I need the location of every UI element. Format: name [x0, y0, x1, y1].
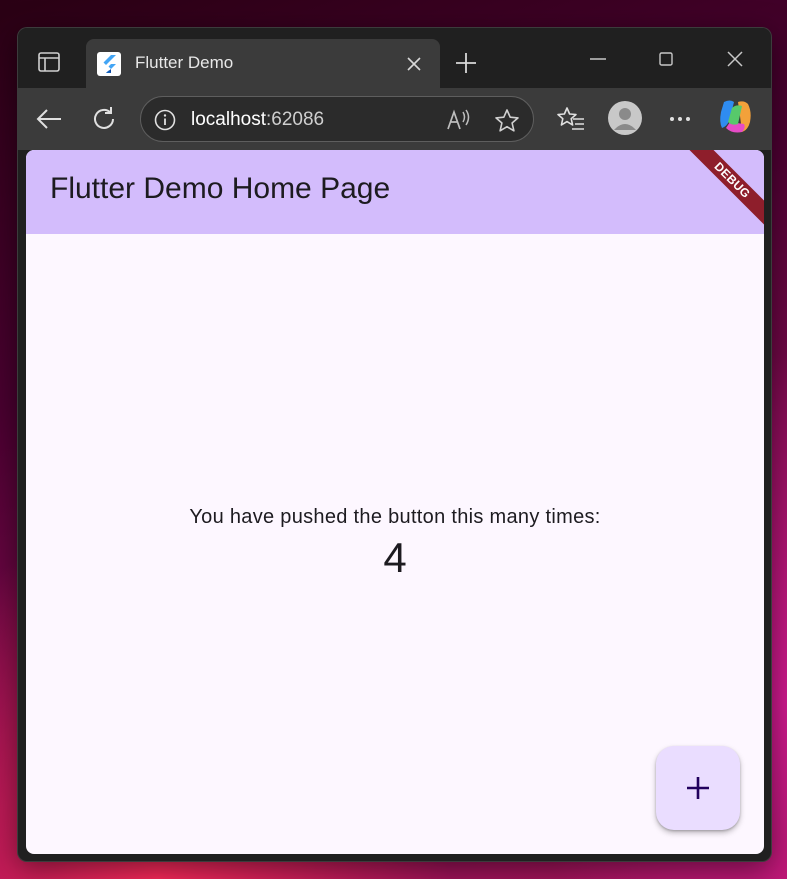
close-icon	[727, 51, 743, 67]
maximize-icon	[659, 52, 673, 66]
back-button[interactable]	[31, 101, 67, 137]
read-aloud-icon[interactable]	[445, 107, 473, 133]
maximize-button[interactable]	[646, 42, 686, 76]
copilot-button[interactable]	[718, 99, 754, 135]
copilot-icon	[720, 100, 751, 133]
avatar-icon	[608, 101, 642, 135]
favorites-list-icon	[557, 107, 584, 130]
arrow-left-icon	[36, 109, 61, 129]
tab-flutter-demo[interactable]: Flutter Demo	[86, 39, 440, 89]
minimize-icon	[590, 58, 606, 60]
url-host: localhost	[191, 109, 266, 130]
page-title: Flutter Demo Home Page	[50, 172, 391, 205]
close-icon	[407, 57, 421, 71]
minimize-button[interactable]	[578, 42, 618, 76]
more-button[interactable]	[662, 101, 698, 137]
address-url: localhost:62086	[191, 109, 324, 131]
sidebar-toggle-button[interactable]	[32, 47, 66, 81]
browser-window: Flutter Demo localhost:62086 Flutter Dem…	[18, 28, 771, 861]
title-bar: Flutter Demo	[18, 28, 771, 89]
star-icon[interactable]	[493, 107, 521, 133]
profile-button[interactable]	[607, 100, 643, 136]
browser-toolbar: localhost:62086	[18, 88, 771, 150]
close-window-button[interactable]	[715, 42, 755, 76]
plus-icon	[456, 53, 476, 73]
counter-value: 4	[383, 534, 407, 581]
address-bar[interactable]: localhost:62086	[140, 96, 534, 142]
app-bar: Flutter Demo Home Page	[26, 150, 764, 234]
refresh-button[interactable]	[86, 101, 122, 137]
increment-fab-button[interactable]	[656, 746, 740, 830]
info-icon[interactable]	[153, 108, 177, 132]
refresh-icon	[94, 107, 114, 129]
url-port: :62086	[266, 109, 325, 130]
more-dots-icon	[670, 117, 690, 121]
counter-label: You have pushed the button this many tim…	[189, 506, 601, 528]
flutter-logo-icon	[97, 52, 121, 76]
new-tab-button[interactable]	[450, 47, 482, 79]
sidebar-panel-icon	[38, 51, 60, 77]
tab-close-button[interactable]	[402, 52, 426, 76]
tab-title: Flutter Demo	[135, 53, 234, 72]
favorites-button[interactable]	[553, 101, 589, 137]
flutter-app: Flutter Demo Home Page DEBUG You have pu…	[26, 150, 764, 854]
plus-icon	[687, 777, 709, 799]
